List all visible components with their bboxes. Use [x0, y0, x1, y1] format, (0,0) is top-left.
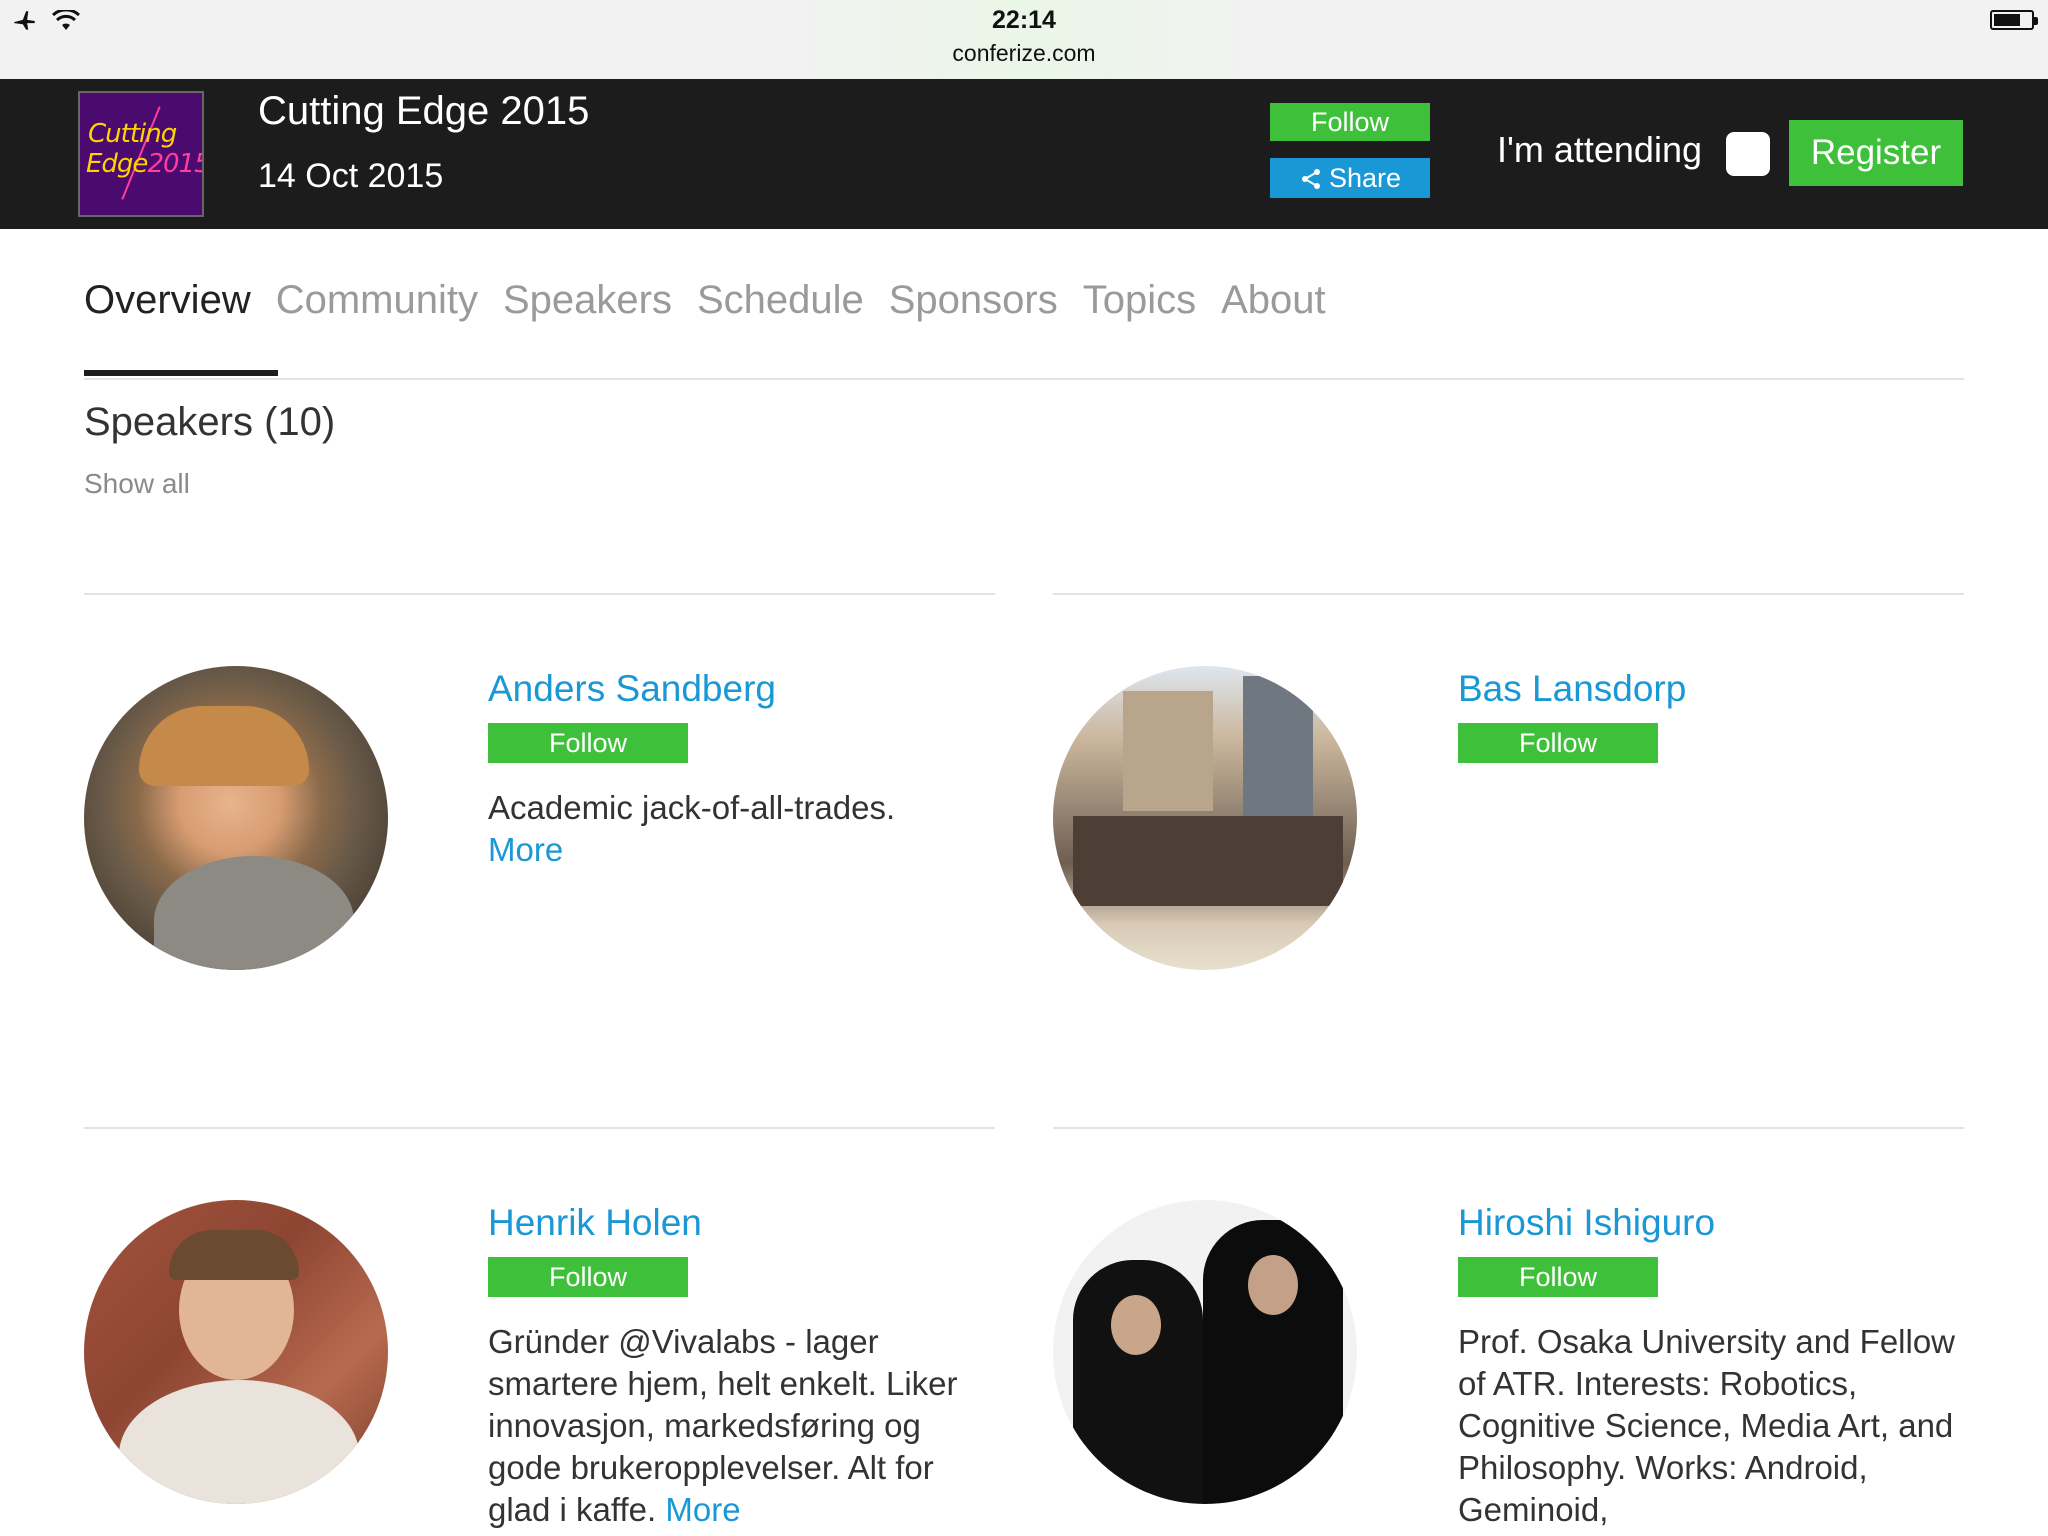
share-icon: [1301, 169, 1320, 189]
attending-checkbox[interactable]: [1726, 132, 1770, 176]
more-link[interactable]: More: [665, 1491, 740, 1528]
speaker-name[interactable]: Bas Lansdorp: [1458, 668, 1686, 710]
active-tab-indicator: [84, 370, 278, 376]
speaker-follow-button[interactable]: Follow: [1458, 1257, 1658, 1297]
avatar-hair: [139, 706, 309, 786]
speaker-follow-button[interactable]: Follow: [488, 1257, 688, 1297]
logo-text-2: Edge2015: [86, 149, 204, 179]
show-all-link[interactable]: Show all: [84, 468, 190, 500]
event-header: Cutting Edge2015 Cutting Edge 2015 14 Oc…: [0, 79, 2048, 229]
avatar-sweater: [119, 1380, 359, 1504]
tab-topics[interactable]: Topics: [1083, 278, 1196, 323]
speaker-name[interactable]: Anders Sandberg: [488, 668, 776, 710]
tab-overview[interactable]: Overview: [84, 278, 251, 323]
tab-sponsors[interactable]: Sponsors: [889, 278, 1058, 323]
avatar-tower: [1243, 676, 1313, 826]
avatar-shirt: [154, 856, 354, 970]
tab-community[interactable]: Community: [276, 278, 478, 323]
speaker-avatar[interactable]: [84, 1200, 388, 1504]
speaker-follow-button[interactable]: Follow: [1458, 723, 1658, 763]
register-button[interactable]: Register: [1789, 120, 1963, 186]
tab-speakers[interactable]: Speakers: [503, 278, 672, 323]
attending-label: I'm attending: [1497, 129, 1702, 170]
follow-event-button[interactable]: Follow: [1270, 103, 1430, 141]
speaker-bio-text: Academic jack-of-all-trades.: [488, 789, 896, 826]
speaker-follow-button[interactable]: Follow: [488, 723, 688, 763]
tab-schedule[interactable]: Schedule: [697, 278, 864, 323]
avatar-building: [1123, 691, 1213, 811]
avatar-face-left: [1111, 1295, 1161, 1355]
card-divider: [1053, 593, 1964, 595]
tab-divider: [84, 378, 1964, 380]
event-logo[interactable]: Cutting Edge2015: [78, 91, 204, 217]
card-divider: [1053, 1127, 1964, 1129]
battery-icon: [1990, 10, 2038, 30]
event-title: Cutting Edge 2015: [258, 89, 590, 133]
speaker-bio: Gründer @Vivalabs - lager smartere hjem,…: [488, 1321, 998, 1531]
more-link[interactable]: More: [488, 831, 563, 868]
status-bar: 22:14 conferize.com: [0, 0, 2048, 79]
avatar-face-right: [1248, 1255, 1298, 1315]
speaker-name[interactable]: Henrik Holen: [488, 1202, 702, 1244]
speakers-section-title: Speakers (10): [84, 400, 336, 444]
tab-about[interactable]: About: [1221, 278, 1326, 323]
tab-bar: Overview Community Speakers Schedule Spo…: [84, 278, 1326, 323]
avatar-crowd: [1073, 816, 1343, 906]
address-url[interactable]: conferize.com: [0, 40, 2048, 67]
card-divider: [84, 1127, 995, 1129]
speaker-bio: Academic jack-of-all-trades. More: [488, 787, 998, 871]
status-time: 22:14: [992, 6, 1056, 34]
speaker-bio: Prof. Osaka University and Fellow of ATR…: [1458, 1321, 1968, 1531]
avatar-hair: [169, 1230, 299, 1280]
speaker-bio-text: Prof. Osaka University and Fellow of ATR…: [1458, 1323, 1956, 1528]
share-label: Share: [1328, 163, 1402, 193]
speaker-avatar[interactable]: [1053, 666, 1357, 970]
logo-text-1: Cutting: [88, 119, 177, 149]
speaker-name[interactable]: Hiroshi Ishiguro: [1458, 1202, 1715, 1244]
event-date: 14 Oct 2015: [258, 157, 444, 195]
speaker-avatar[interactable]: [1053, 1200, 1357, 1504]
speaker-avatar[interactable]: [84, 666, 388, 970]
share-button[interactable]: Share: [1270, 158, 1430, 198]
card-divider: [84, 593, 995, 595]
